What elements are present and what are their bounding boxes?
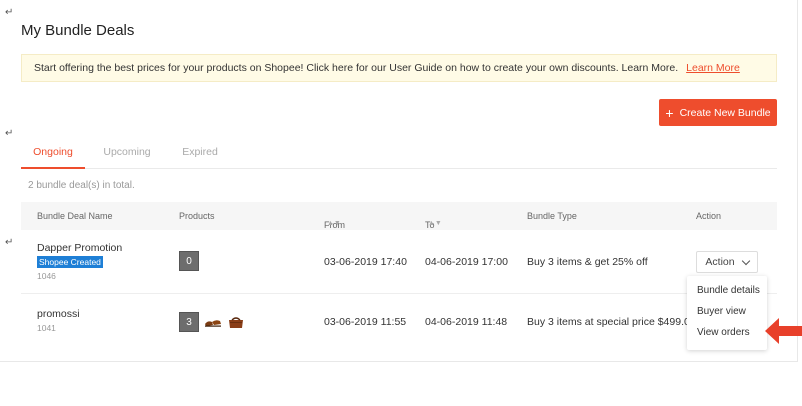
menu-item-bundle-details[interactable]: Bundle details [687,283,767,304]
create-button-label: Create New Bundle [679,106,771,119]
tab-upcoming[interactable]: Upcoming [96,140,158,168]
table-row: promossi 1041 3 03-06-2019 11:55 04-06-2… [21,294,777,350]
shopee-created-badge: Shopee Created [37,256,103,268]
action-dropdown-button[interactable]: Action [696,251,758,273]
tab-bar: Ongoing Upcoming Expired [21,140,777,169]
paragraph-mark: ↵ [5,128,14,139]
action-cell: Action [696,251,758,273]
products-cell: 0 [179,251,199,271]
chevron-down-icon [741,256,750,265]
header-products: Products [179,211,215,221]
learn-more-link[interactable]: Learn More [686,62,740,74]
header-name: Bundle Deal Name [37,211,113,221]
sort-icon: ▲▼ [327,220,341,227]
paragraph-mark: ↵ [5,7,14,18]
tab-ongoing[interactable]: Ongoing [21,140,85,169]
header-action: Action [696,211,722,221]
table-row: Dapper Promotion Shopee Created 1046 0 0… [21,230,777,294]
action-label: Action [705,256,735,268]
annotation-arrow-icon [765,318,802,344]
tab-expired[interactable]: Expired [170,140,230,168]
bundle-type: Buy 3 items & get 25% off [527,256,648,268]
plus-icon: + [665,104,674,121]
from-date: 03-06-2019 11:55 [324,316,407,328]
menu-item-buyer-view[interactable]: Buyer view [687,304,767,325]
header-type: Bundle Type [527,211,577,221]
product-count[interactable]: 0 [179,251,199,271]
deal-id: 1041 [37,323,56,333]
from-date: 03-06-2019 17:40 [324,256,407,268]
deal-name-cell: promossi 1041 [37,308,80,333]
page-title: My Bundle Deals [21,22,135,39]
product-count[interactable]: 3 [179,312,199,332]
products-cell: 3 [179,312,245,332]
to-date: 04-06-2019 11:48 [425,316,508,328]
menu-item-view-orders[interactable]: View orders [687,325,767,346]
notice-banner: Start offering the best prices for your … [21,54,777,82]
deal-name-cell: Dapper Promotion Shopee Created 1046 [37,242,122,281]
sort-icon: ▲▼ [428,220,442,227]
notice-text: Start offering the best prices for your … [34,62,679,74]
create-new-bundle-button[interactable]: + Create New Bundle [659,99,777,126]
product-thumbnail-shoes[interactable] [204,313,222,331]
deal-id: 1046 [37,271,56,281]
deal-name: promossi [37,308,80,320]
action-menu: Bundle details Buyer view View orders [687,276,767,350]
deal-name: Dapper Promotion [37,242,123,254]
bundle-type: Buy 3 items at special price $499.00 [527,316,696,328]
product-thumbnail-bag[interactable] [227,313,245,331]
total-count: 2 bundle deal(s) in total. [28,180,135,191]
table-header: Bundle Deal Name Products From ▲▼ To ▲▼ Bu… [21,202,777,230]
paragraph-mark: ↵ [5,237,14,248]
to-date: 04-06-2019 17:00 [425,256,508,268]
